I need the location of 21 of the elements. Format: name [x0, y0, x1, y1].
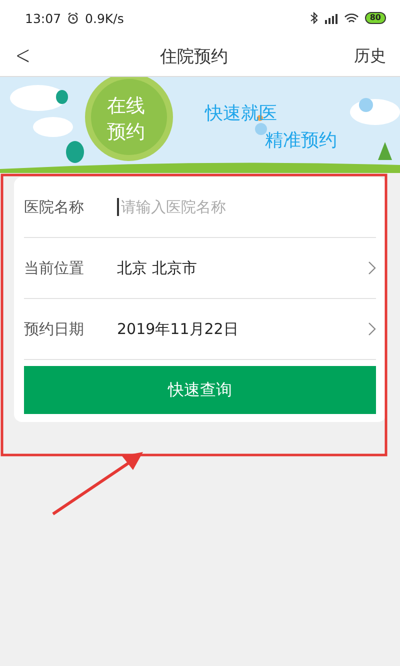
field-label: 医院名称 [24, 198, 85, 216]
field-label: 预约日期 [24, 320, 85, 338]
field-value[interactable]: 2019年11月22日 [117, 320, 368, 338]
history-button[interactable]: 历史 [354, 46, 386, 66]
page-title: 住院预约 [158, 46, 229, 68]
alarm-icon [67, 12, 80, 24]
field-value[interactable]: 北京 北京市 [117, 258, 368, 278]
wifi-icon [344, 12, 359, 24]
chevron-right-icon[interactable] [368, 322, 376, 336]
signal-icon [324, 12, 338, 24]
battery-icon: 80 [364, 12, 386, 24]
back-button[interactable]: < [15, 43, 31, 69]
chevron-right-icon[interactable] [368, 261, 376, 275]
clock-time: 13:07 [25, 10, 62, 26]
hospital-name-field[interactable]: 请输入医院名称 [117, 198, 376, 216]
badge-text: 在线预约 [106, 94, 146, 145]
bluetooth-icon [310, 12, 318, 24]
slogan-text: 精准预约 [265, 129, 337, 152]
field-label: 当前位置 [24, 258, 85, 278]
network-speed: 0.9K/s [85, 10, 124, 26]
slogan-text: 快速就医 [205, 102, 277, 125]
